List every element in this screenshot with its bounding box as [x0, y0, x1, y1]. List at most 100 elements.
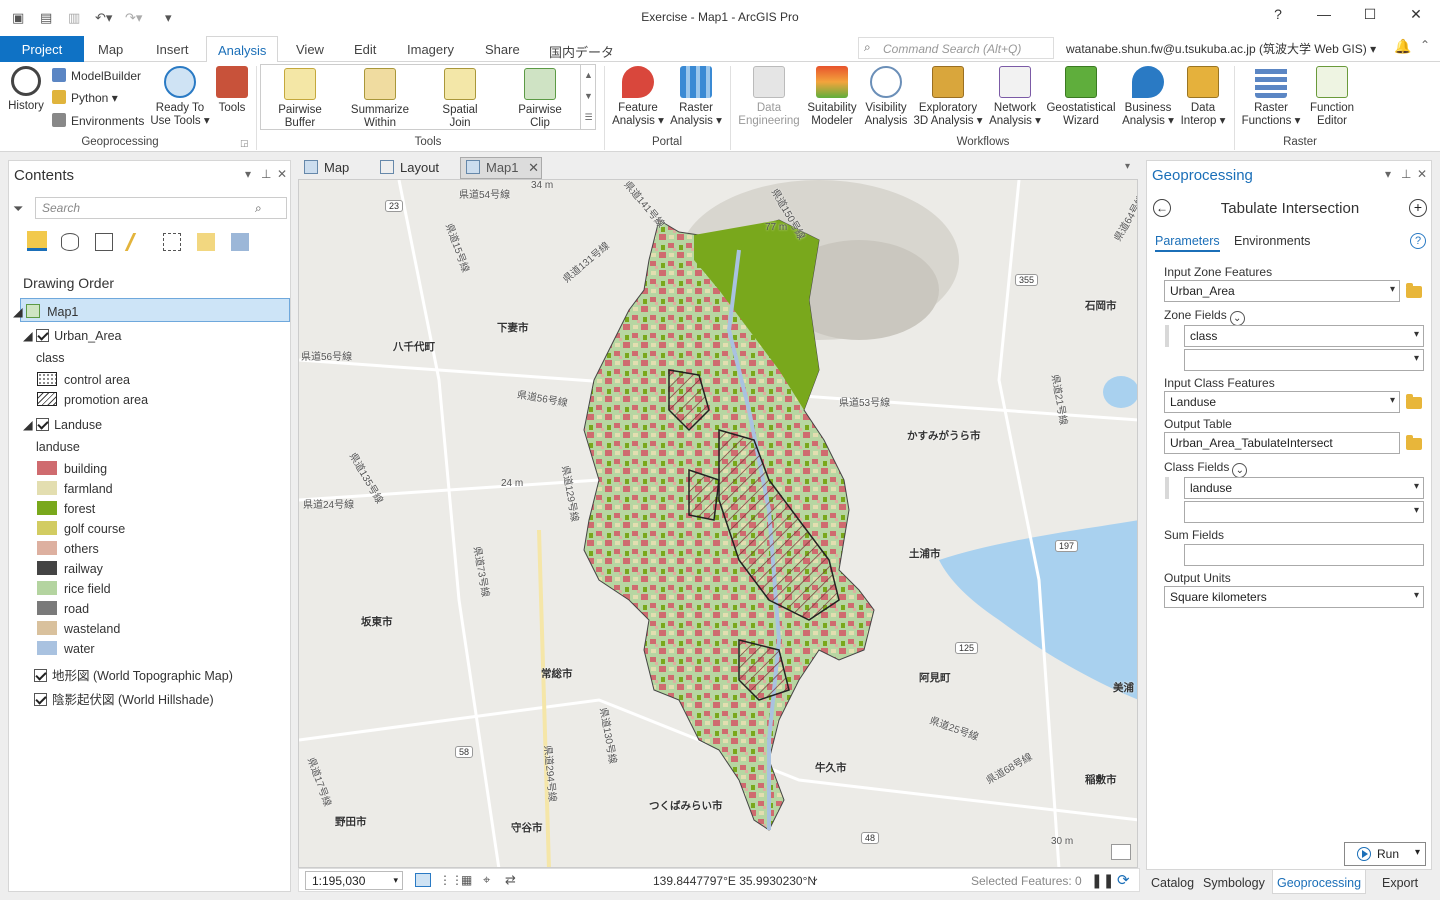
geostatistical-wizard-button[interactable]: Geostatistical Wizard [1044, 66, 1118, 128]
class-field-dropdown-empty[interactable] [1184, 501, 1424, 523]
browse-folder-icon[interactable] [1406, 394, 1422, 409]
environments-button[interactable]: Environments [52, 113, 144, 128]
map-node[interactable]: ◢ Map1 [13, 304, 78, 319]
pin-icon[interactable]: ⊥ [1401, 167, 1411, 181]
python-button[interactable]: Python ▾ [52, 90, 118, 105]
tab-imagery[interactable]: Imagery [407, 42, 454, 57]
contents-search-input[interactable]: Search [35, 197, 287, 219]
maximize-button[interactable]: ☐ [1358, 6, 1382, 26]
data-source-icon[interactable] [61, 233, 79, 251]
tab-project[interactable]: Project [0, 36, 84, 62]
exploratory-3d-button[interactable]: Exploratory 3D Analysis ▾ [912, 66, 984, 128]
run-button[interactable]: Run ▾ [1344, 842, 1426, 866]
fixed-zoom-icon[interactable] [415, 873, 431, 887]
network-analysis-button[interactable]: Network Analysis ▾ [986, 66, 1044, 128]
tools-button[interactable]: Tools [214, 66, 250, 115]
sum-fields-input[interactable] [1184, 544, 1424, 566]
snapping-icon[interactable] [163, 233, 181, 251]
selected-features-count[interactable]: Selected Features: 0 [971, 874, 1082, 888]
field-drag-handle[interactable] [1165, 325, 1169, 347]
browse-folder-icon[interactable] [1406, 283, 1422, 298]
close-tab-icon[interactable]: ✕ [528, 160, 539, 175]
tab-share[interactable]: Share [485, 42, 520, 57]
close-button[interactable]: ✕ [1404, 6, 1428, 26]
chevron-down-icon[interactable]: ⌄ [1229, 311, 1245, 326]
class-field-dropdown[interactable]: landuse [1184, 477, 1424, 499]
tab-insert[interactable]: Insert [156, 42, 189, 57]
labeling-icon[interactable] [197, 233, 215, 251]
help-button[interactable]: ? [1266, 6, 1290, 26]
layer-urban-area[interactable]: ◢ Urban_Area [23, 328, 122, 343]
layer-visibility-checkbox[interactable] [36, 329, 50, 342]
charts-icon[interactable] [231, 233, 249, 251]
collapse-icon[interactable]: ◢ [23, 418, 33, 432]
tab-edit[interactable]: Edit [354, 42, 376, 57]
history-button[interactable]: History [6, 66, 46, 113]
rotation-icon[interactable]: ⇄ [505, 872, 516, 888]
collapse-icon[interactable]: ◢ [13, 305, 23, 319]
raster-analysis-button[interactable]: Raster Analysis ▾ [668, 66, 724, 128]
layer-landuse[interactable]: ◢ Landuse [23, 417, 102, 432]
layer-topographic-basemap[interactable]: 地形図 (World Topographic Map) [34, 665, 233, 684]
summarize-within-button[interactable]: Summarize Within [348, 68, 412, 130]
data-interop-button[interactable]: Data Interop ▾ [1176, 66, 1230, 128]
pane-options-icon[interactable]: ▾ [245, 167, 251, 181]
tab-map1-view[interactable]: Map1 ✕ [466, 160, 539, 176]
visibility-analysis-button[interactable]: Visibility Analysis [860, 66, 912, 128]
modelbuilder-button[interactable]: ModelBuilder [52, 68, 141, 83]
search-icon[interactable]: ⌕ [255, 201, 262, 216]
feature-analysis-button[interactable]: Feature Analysis ▾ [610, 66, 666, 128]
pairwise-buffer-button[interactable]: Pairwise Buffer [268, 68, 332, 130]
pause-icon[interactable]: ❚❚ [1091, 872, 1114, 889]
input-zone-dropdown[interactable]: Urban_Area [1164, 280, 1400, 302]
tab-layout-view[interactable]: Layout [380, 160, 439, 175]
spatial-join-button[interactable]: Spatial Join [428, 68, 492, 130]
zone-field-dropdown[interactable]: class [1184, 325, 1424, 347]
tab-environments[interactable]: Environments [1234, 234, 1310, 248]
pane-close-icon[interactable]: ✕ [277, 167, 287, 181]
tab-domestic-data[interactable]: 国内データ [549, 42, 614, 61]
pin-icon[interactable]: ⊥ [261, 167, 271, 181]
notification-bell-icon[interactable]: 🔔 [1394, 38, 1411, 55]
layer-visibility-checkbox[interactable] [34, 669, 47, 682]
zone-field-dropdown-empty[interactable] [1184, 349, 1424, 371]
view-options-icon[interactable]: ▾ [1125, 161, 1130, 172]
editing-icon[interactable] [124, 233, 152, 251]
layer-hillshade-basemap[interactable]: 陰影起伏図 (World Hillshade) [34, 689, 214, 708]
browse-folder-icon[interactable] [1406, 435, 1422, 450]
pane-options-icon[interactable]: ▾ [1385, 167, 1391, 181]
raster-functions-button[interactable]: Raster Functions ▾ [1240, 66, 1302, 128]
help-icon[interactable]: ? [1410, 233, 1426, 249]
collapse-icon[interactable]: ◢ [23, 329, 33, 343]
ribbon-collapse-icon[interactable]: ⌃ [1420, 38, 1430, 52]
gallery-scroll[interactable]: ▲ ▼ ☰ [580, 65, 596, 129]
function-editor-button[interactable]: Function Editor [1304, 66, 1360, 128]
output-units-dropdown[interactable]: Square kilometers [1164, 586, 1424, 608]
add-icon[interactable]: + [1409, 199, 1427, 217]
launcher-icon[interactable]: ◲ [240, 138, 249, 149]
chevron-down-icon[interactable]: ▾ [1415, 847, 1420, 858]
refresh-icon[interactable]: ⟳ [1117, 871, 1130, 889]
pane-close-icon[interactable]: ✕ [1417, 167, 1427, 181]
chevron-down-icon[interactable]: ⌄ [1232, 463, 1248, 478]
table-icon[interactable]: ▦ [461, 873, 472, 887]
map-tips-icon[interactable] [1111, 844, 1131, 860]
input-class-dropdown[interactable]: Landuse [1164, 391, 1400, 413]
minimize-button[interactable]: — [1312, 6, 1336, 26]
tab-geoprocessing[interactable]: Geoprocessing [1272, 870, 1367, 894]
business-analysis-button[interactable]: Business Analysis ▾ [1120, 66, 1176, 128]
tab-export[interactable]: Export [1382, 876, 1418, 890]
scale-dropdown[interactable]: 1:195,030 ▾ [305, 871, 403, 890]
layer-visibility-checkbox[interactable] [34, 693, 47, 706]
tab-map[interactable]: Map [98, 42, 123, 57]
tab-view[interactable]: View [296, 42, 324, 57]
data-engineering-button[interactable]: Data Engineering [736, 66, 802, 128]
selection-icon[interactable] [95, 233, 113, 251]
tab-parameters[interactable]: Parameters [1155, 234, 1220, 252]
user-account[interactable]: watanabe.shun.fw@u.tsukuba.ac.jp (筑波大学 W… [1066, 40, 1376, 57]
tab-catalog[interactable]: Catalog [1151, 876, 1194, 890]
tab-analysis[interactable]: Analysis [206, 36, 279, 63]
layer-visibility-checkbox[interactable] [36, 418, 50, 431]
filter-icon[interactable]: ⏷ [13, 201, 23, 217]
pairwise-clip-button[interactable]: Pairwise Clip [508, 68, 572, 130]
